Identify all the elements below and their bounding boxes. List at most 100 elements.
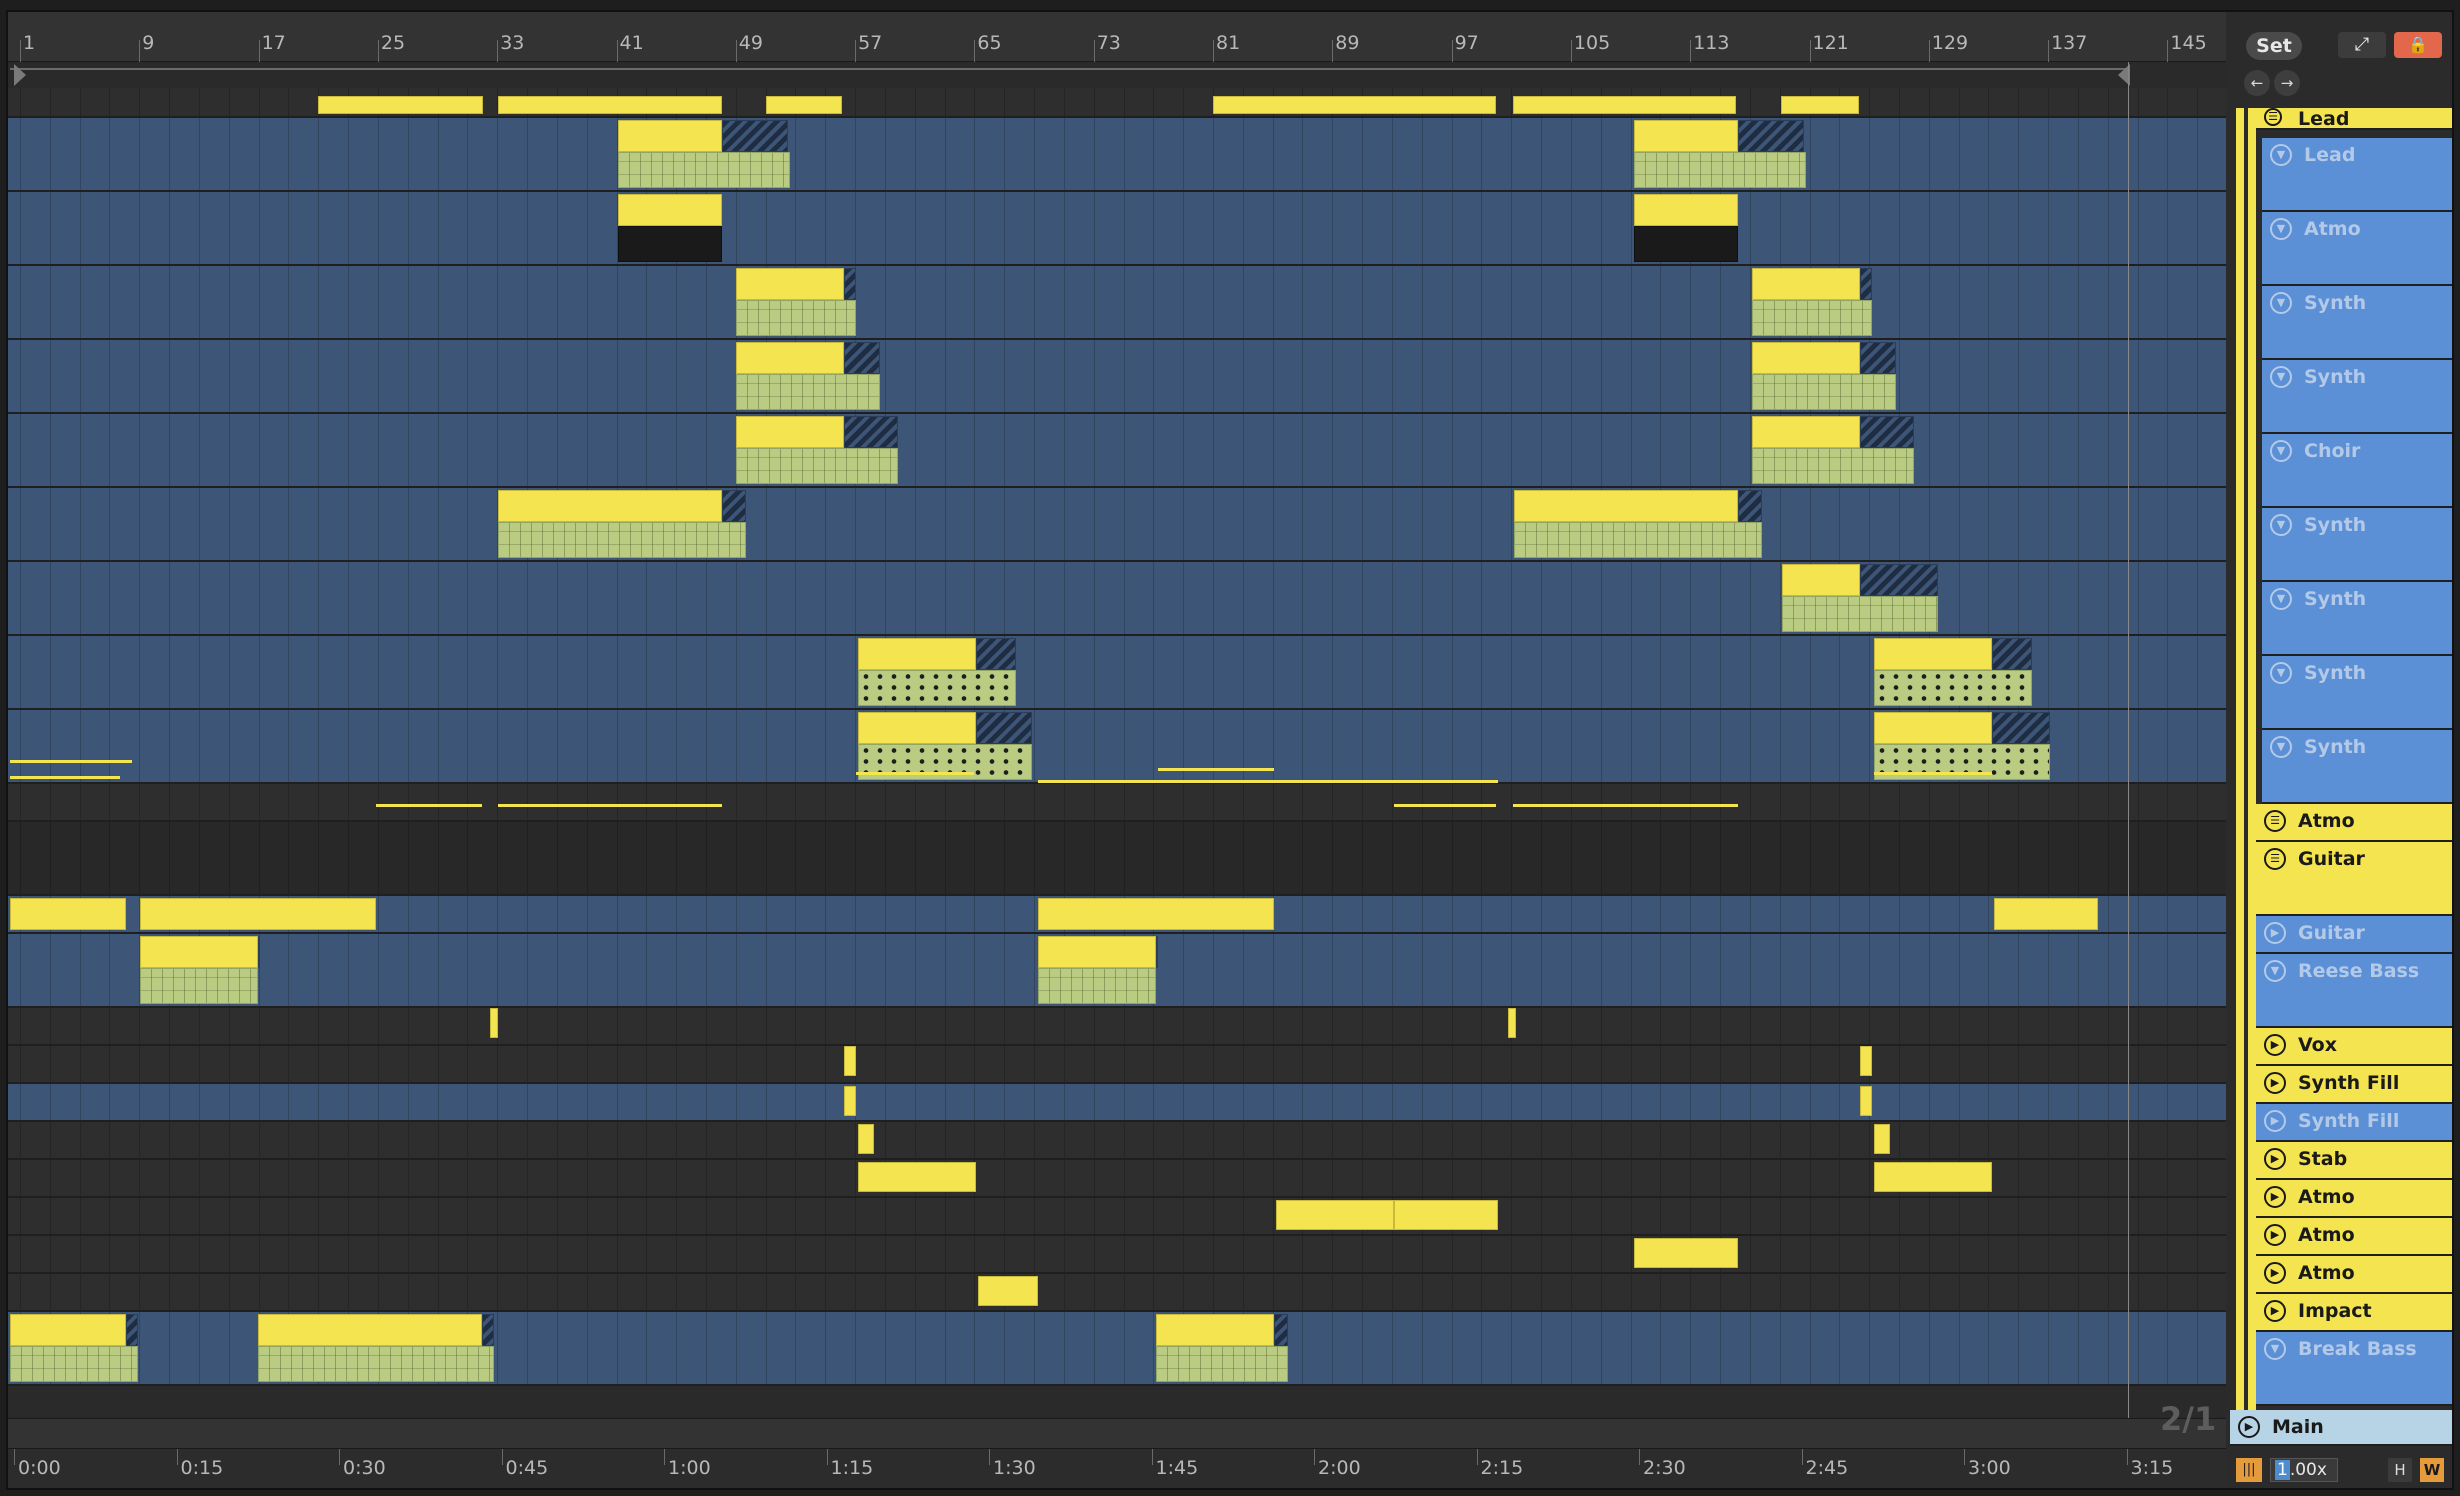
clip-header[interactable] — [858, 712, 976, 744]
clip-content[interactable] — [498, 522, 746, 558]
clip-content[interactable] — [1752, 448, 1914, 484]
clip-content[interactable] — [1514, 522, 1762, 558]
track-header[interactable]: ▼ Synth — [2262, 582, 2452, 656]
track-header[interactable]: ▼ Synth — [2262, 656, 2452, 730]
impact-clip[interactable] — [978, 1276, 1038, 1306]
track-header[interactable]: ▼ Break Bass — [2256, 1332, 2452, 1406]
clip-loop-hatch[interactable] — [1992, 638, 2032, 670]
group-icon[interactable]: ☰ — [2264, 108, 2282, 126]
clip-loop-hatch[interactable] — [1738, 490, 1762, 522]
clip-header[interactable] — [736, 268, 844, 300]
track-lane[interactable] — [8, 1274, 2226, 1312]
clip-content[interactable] — [736, 300, 856, 336]
clip-loop-hatch[interactable] — [1860, 268, 1872, 300]
track-header[interactable]: ▼ Lead — [2262, 138, 2452, 212]
clip-loop-hatch[interactable] — [722, 120, 788, 152]
clip-header[interactable] — [736, 416, 844, 448]
track-lane[interactable] — [8, 784, 2226, 822]
track-lane[interactable] — [8, 266, 2226, 340]
track-header[interactable]: ☰ Lead — [2256, 108, 2452, 130]
loop-brace[interactable] — [10, 68, 2130, 84]
clip-header[interactable] — [1634, 194, 1738, 226]
clip-loop-hatch[interactable] — [1860, 416, 1914, 448]
chevron-icon[interactable]: ▼ — [2270, 366, 2292, 388]
summary-clip[interactable] — [498, 96, 722, 114]
track-header[interactable]: ▶ Atmo — [2256, 1256, 2452, 1294]
clip-content[interactable] — [1874, 670, 2032, 706]
clip-loop-hatch[interactable] — [1992, 712, 2050, 744]
clip-content[interactable] — [736, 448, 898, 484]
play-icon[interactable]: ▶ — [2264, 922, 2286, 944]
guitar-summary-clip[interactable] — [1038, 898, 1274, 930]
summary-clip[interactable] — [1513, 96, 1736, 114]
clip-header[interactable] — [1634, 120, 1738, 152]
clip-content[interactable] — [1634, 152, 1806, 188]
h-button[interactable]: H — [2388, 1458, 2412, 1482]
play-icon[interactable]: ▶ — [2264, 1262, 2286, 1284]
track-header[interactable]: ▼ Synth — [2262, 286, 2452, 360]
track-header[interactable]: ▶ Synth Fill — [2256, 1066, 2452, 1104]
stab-clip[interactable] — [858, 1124, 874, 1154]
clip-content[interactable] — [736, 374, 880, 410]
automation-line[interactable] — [498, 804, 722, 807]
play-icon[interactable]: ▶ — [2264, 1224, 2286, 1246]
clip-header[interactable] — [258, 1314, 482, 1346]
summary-clip[interactable] — [766, 96, 842, 114]
clip-loop-hatch[interactable] — [844, 416, 898, 448]
track-lane[interactable] — [8, 1198, 2226, 1236]
forward-arrow-icon[interactable]: → — [2274, 70, 2300, 96]
play-icon[interactable]: ▶ — [2264, 1148, 2286, 1170]
track-header[interactable]: ▶ Vox — [2256, 1028, 2452, 1066]
clip-loop-hatch[interactable] — [976, 712, 1032, 744]
automation-line[interactable] — [856, 772, 974, 775]
clip-content[interactable] — [1752, 300, 1872, 336]
automation-line[interactable] — [1874, 772, 1992, 775]
clip-header[interactable] — [1752, 416, 1860, 448]
clip-content[interactable] — [140, 968, 258, 1004]
track-lane[interactable] — [8, 488, 2226, 562]
tempo-follow-icon[interactable]: ||| — [2236, 1458, 2262, 1482]
track-lane[interactable] — [8, 1236, 2226, 1274]
clip-loop-hatch[interactable] — [844, 342, 880, 374]
guitar-summary-clip[interactable] — [1994, 898, 2098, 930]
chevron-icon[interactable]: ▼ — [2270, 440, 2292, 462]
synth-fill-clip[interactable] — [1860, 1086, 1872, 1116]
automation-line[interactable] — [1158, 768, 1274, 771]
play-icon[interactable]: ▶ — [2264, 1034, 2286, 1056]
automation-line[interactable] — [1038, 780, 1498, 783]
vox-clip[interactable] — [490, 1008, 498, 1038]
clip-header[interactable] — [140, 936, 258, 968]
back-arrow-icon[interactable]: ← — [2244, 70, 2270, 96]
clip-header[interactable] — [736, 342, 844, 374]
play-icon[interactable]: ▶ — [2264, 1110, 2286, 1132]
chevron-icon[interactable]: ▼ — [2270, 144, 2292, 166]
automation-line[interactable] — [10, 760, 132, 763]
clip-loop-hatch[interactable] — [844, 268, 856, 300]
guitar-summary-clip[interactable] — [140, 898, 376, 930]
atmo-clip[interactable] — [1276, 1200, 1394, 1230]
clip-header[interactable] — [1874, 638, 1992, 670]
summary-clip[interactable] — [318, 96, 483, 114]
arrangement-view[interactable]: 1 9 17 25 33 41 49 57 65 73 81 89 97 105 113 121 129 137 1… — [8, 12, 2226, 1488]
automation-line[interactable] — [10, 776, 120, 779]
main-track-header[interactable]: ▶ Main — [2230, 1410, 2452, 1446]
clip-content[interactable] — [858, 670, 1016, 706]
guitar-summary-clip[interactable] — [10, 898, 126, 930]
synth-fill-clip[interactable] — [844, 1086, 856, 1116]
clip-loop-hatch[interactable] — [1738, 120, 1804, 152]
clip-header[interactable] — [1156, 1314, 1274, 1346]
track-header[interactable]: ▼ Reese Bass — [2256, 954, 2452, 1028]
clip-header[interactable] — [858, 638, 976, 670]
track-header[interactable]: ▼ Atmo — [2262, 212, 2452, 286]
set-button[interactable]: Set — [2246, 32, 2302, 60]
track-header[interactable]: ▶ Atmo — [2256, 1218, 2452, 1256]
clip-header[interactable] — [1038, 936, 1156, 968]
clip-header[interactable] — [1752, 342, 1860, 374]
chevron-icon[interactable]: ▼ — [2270, 292, 2292, 314]
clip-header[interactable] — [1782, 564, 1860, 596]
atmo-clip[interactable] — [1874, 1162, 1992, 1192]
clip-content[interactable] — [1038, 968, 1156, 1004]
zoom-speed-field[interactable]: 1.00x — [2270, 1458, 2338, 1482]
clip-loop-hatch[interactable] — [126, 1314, 138, 1346]
track-header[interactable]: ▶ Guitar — [2256, 916, 2452, 954]
